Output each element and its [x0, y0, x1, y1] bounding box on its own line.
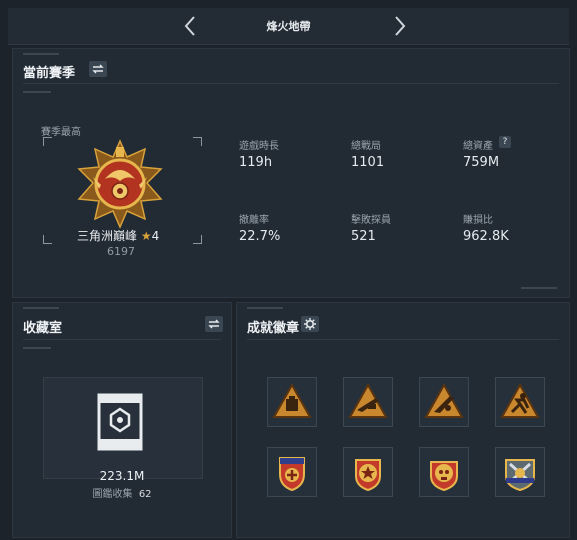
decor-mark — [23, 307, 59, 309]
collection-switch-button[interactable] — [205, 316, 223, 332]
season-panel: 當前賽季 賽季最高 三角洲巔峰 ★4 6197 遊戲時長 119h 總戰局 11… — [12, 48, 570, 298]
stat-value-profit-loss: 962.8K — [463, 229, 509, 244]
stat-value-total-matches: 1101 — [351, 155, 385, 170]
collection-value: 223.1M — [99, 469, 145, 483]
frame-corner — [193, 137, 202, 146]
season-best-label: 賽季最高 — [41, 127, 81, 138]
divider — [23, 339, 221, 340]
swap-icon — [208, 319, 220, 329]
decor-mark — [23, 347, 51, 349]
stat-label-profit-loss: 賺損比 — [463, 215, 493, 226]
swap-icon — [92, 64, 104, 74]
decor-mark — [521, 287, 557, 289]
star-icon: ★ — [140, 229, 152, 243]
rank-stars: 4 — [151, 229, 160, 243]
shield-cross-badge-icon — [279, 457, 305, 492]
badge-star-emblem[interactable] — [343, 447, 393, 497]
help-icon[interactable]: ? — [499, 136, 511, 148]
badge-runner[interactable] — [495, 377, 545, 427]
skull-wreath-badge-icon — [430, 461, 458, 492]
collection-panel[interactable]: 收藏室 223.1M 圖鑑收集 62 — [12, 302, 232, 538]
stat-value-playtime: 119h — [239, 155, 273, 170]
season-switch-button[interactable] — [89, 61, 107, 77]
crossed-arms-badge-icon — [505, 459, 535, 492]
badge-crossed-arms[interactable] — [495, 447, 545, 497]
stat-label-operators-defeated: 擊敗探員 — [351, 215, 391, 226]
stat-value-extraction-rate: 22.7% — [239, 229, 281, 244]
frame-corner — [43, 137, 52, 146]
rifle-badge-icon — [348, 382, 388, 418]
rank-name: 三角洲巔峰 — [77, 229, 138, 243]
runner-badge-icon — [500, 382, 540, 418]
decor-mark — [23, 53, 59, 55]
divider — [247, 339, 559, 340]
next-map-button[interactable] — [386, 12, 414, 40]
stat-value-operators-defeated: 521 — [351, 229, 376, 244]
achievements-settings-button[interactable] — [301, 316, 319, 332]
stat-label-playtime: 遊戲時長 — [239, 141, 279, 152]
frame-corner — [43, 235, 52, 244]
badge-weapon[interactable] — [419, 377, 469, 427]
collection-title: 收藏室 — [23, 321, 63, 336]
catalog-row: 圖鑑收集 62 — [13, 485, 231, 500]
achievements-panel: 成就徽章 — [236, 302, 570, 538]
badge-rifle[interactable] — [343, 377, 393, 427]
frame-corner — [193, 235, 202, 244]
badge-skull-wreath[interactable] — [419, 447, 469, 497]
gear-icon — [304, 318, 316, 330]
cargo-badge-icon — [272, 382, 312, 418]
stat-label-total-assets: 總資產 — [463, 141, 493, 152]
decor-mark — [247, 307, 283, 309]
badge-shield-cross[interactable] — [267, 447, 317, 497]
display-case-icon — [97, 393, 143, 451]
rank-emblem-icon — [77, 139, 163, 229]
star-emblem-badge-icon — [355, 459, 381, 492]
divider — [23, 83, 559, 84]
top-bar: 烽火地帶 — [8, 8, 569, 45]
map-title: 烽火地帶 — [266, 20, 311, 33]
chevron-right-icon — [395, 16, 406, 36]
achievements-title: 成就徽章 — [247, 321, 300, 336]
badge-cargo[interactable] — [267, 377, 317, 427]
catalog-count: 62 — [138, 489, 152, 500]
rank-points: 6197 — [107, 245, 135, 258]
stat-value-total-assets: 759M — [463, 155, 500, 170]
rank-name-row: 三角洲巔峰 ★4 — [77, 227, 159, 244]
season-title: 當前賽季 — [23, 66, 76, 81]
stat-label-extraction-rate: 撤離率 — [239, 215, 269, 226]
catalog-label: 圖鑑收集 — [92, 489, 133, 500]
weapon-badge-icon — [424, 382, 464, 418]
stat-label-total-matches: 總戰局 — [351, 141, 381, 152]
decor-mark — [23, 91, 51, 93]
